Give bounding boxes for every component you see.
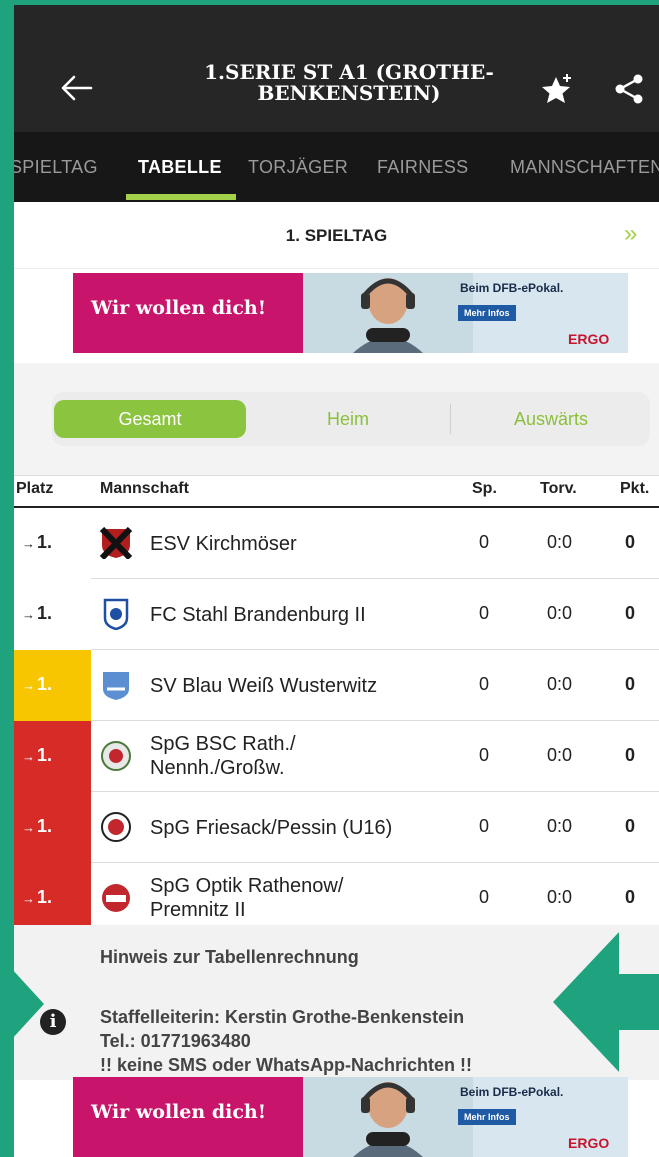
- team-name: SV Blau Weiß Wusterwitz: [150, 675, 378, 697]
- team-name-line1: SpG Optik Rathenow/: [150, 875, 344, 897]
- page-title: 1.SERIE ST A1 (GROTHE-BENKENSTEIN): [204, 60, 494, 105]
- ad-photo: [303, 273, 473, 353]
- place-value: 1.: [37, 674, 53, 694]
- overlay-arrow-right-icon: [0, 956, 44, 1052]
- place-value: 1.: [37, 603, 53, 623]
- ad-more-button[interactable]: Mehr Infos: [458, 1109, 516, 1125]
- double-chevron-right-icon[interactable]: »: [624, 220, 637, 248]
- header-goals: Torv.: [540, 480, 577, 497]
- matchday-label[interactable]: 1. SPIELTAG: [14, 226, 659, 246]
- matchday-selector: 1. SPIELTAG »: [14, 202, 659, 269]
- goals-value: 0:0: [547, 532, 573, 552]
- team-name-line2: Nennh./Großw.: [150, 757, 285, 779]
- team-name: FC Stahl Brandenburg II: [150, 604, 366, 626]
- team-name: SpG Friesack/Pessin (U16): [150, 817, 393, 839]
- goals-value: 0:0: [547, 603, 573, 623]
- points-value: 0: [625, 816, 636, 836]
- tab-spieltag[interactable]: SPIELTAG: [14, 157, 98, 178]
- ad-brand: ERGO: [568, 331, 610, 347]
- trend-arrow-icon: →: [22, 891, 35, 906]
- ad-title: Beim DFB-ePokal.: [460, 1085, 564, 1099]
- place-value: 1.: [37, 745, 53, 765]
- header-team: Mannschaft: [100, 480, 189, 497]
- ad-more-button[interactable]: Mehr Infos: [458, 305, 516, 321]
- club-crest-icon: [101, 812, 131, 842]
- place-value: 1.: [37, 816, 53, 836]
- club-crest-icon: [103, 672, 129, 700]
- trend-arrow-icon: →: [22, 749, 35, 764]
- app-header: 1.SERIE ST A1 (GROTHE-BENKENSTEIN): [14, 5, 659, 132]
- points-value: 0: [625, 887, 636, 907]
- team-name-line1: SpG BSC Rath./: [150, 733, 296, 755]
- header-played: Sp.: [472, 480, 497, 497]
- header-place: Platz: [16, 480, 54, 497]
- filter-heim[interactable]: Heim: [252, 400, 444, 438]
- ad-brand: ERGO: [568, 1135, 610, 1151]
- overlay-arrow-left-icon: [553, 932, 659, 1072]
- ad-banner-top[interactable]: Wir wollen dich! Beim DFB-ePokal. Mehr I…: [73, 273, 628, 353]
- table-row[interactable]: → 1. SpG Optik Rathenow/ Premnitz II 0 0:…: [14, 863, 659, 934]
- tab-mannschaften[interactable]: MANNSCHAFTEN: [510, 157, 659, 178]
- table-row[interactable]: → 1. SpG BSC Rath./ Nennh./Großw. 0 0:0 0: [14, 721, 659, 792]
- played-value: 0: [479, 532, 490, 552]
- club-crest-icon: [102, 884, 130, 912]
- played-value: 0: [479, 674, 490, 694]
- club-crest-icon: [100, 527, 132, 559]
- arrow-left-icon[interactable]: [59, 73, 93, 103]
- club-crest-icon: [101, 741, 131, 771]
- points-value: 0: [625, 532, 636, 552]
- goals-value: 0:0: [547, 745, 573, 765]
- played-value: 0: [479, 603, 490, 623]
- ad-title: Beim DFB-ePokal.: [460, 281, 564, 295]
- filter-auswaerts[interactable]: Auswärts: [456, 400, 646, 438]
- tab-fairness[interactable]: FAIRNESS: [377, 157, 468, 178]
- notice-contact: Staffelleiterin: Kerstin Grothe-Benkenst…: [100, 1007, 465, 1027]
- share-icon[interactable]: [614, 73, 644, 105]
- points-value: 0: [625, 745, 636, 765]
- ad-headline: Wir wollen dich!: [91, 1101, 267, 1123]
- goals-value: 0:0: [547, 887, 573, 907]
- notice-phone: Tel.: 01771963480: [100, 1031, 251, 1051]
- table-row[interactable]: → 1. SV Blau Weiß Wusterwitz 0 0:0 0: [14, 650, 659, 721]
- table-header: Platz Mannschaft Sp. Torv. Pkt.: [14, 475, 659, 508]
- points-value: 0: [625, 603, 636, 623]
- ad-headline: Wir wollen dich!: [91, 297, 267, 319]
- notice-warning: !! keine SMS oder WhatsApp-Nachrichten !…: [100, 1055, 473, 1075]
- notice-title: Hinweis zur Tabellenrechnung: [100, 947, 359, 967]
- tab-bar: SPIELTAG TABELLE TORJÄGER FAIRNESS MANNS…: [14, 132, 659, 202]
- header-points: Pkt.: [620, 480, 650, 497]
- active-tab-indicator: [126, 194, 236, 200]
- ad-banner-bottom[interactable]: Wir wollen dich! Beim DFB-ePokal. Mehr I…: [73, 1077, 628, 1157]
- club-crest-icon: [103, 598, 129, 630]
- played-value: 0: [479, 816, 490, 836]
- table-row[interactable]: → 1. FC Stahl Brandenburg II 0 0:0 0: [14, 579, 659, 650]
- filter-separator: [450, 404, 451, 434]
- place-value: 1.: [37, 887, 53, 907]
- filter-area: Gesamt Heim Auswärts: [14, 363, 659, 475]
- place-value: 1.: [37, 532, 53, 552]
- points-value: 0: [625, 674, 636, 694]
- tab-tabelle[interactable]: TABELLE: [138, 157, 222, 178]
- table-row[interactable]: → 1. ESV Kirchmöser 0 0:0 0: [14, 508, 659, 579]
- goals-value: 0:0: [547, 674, 573, 694]
- filter-gesamt[interactable]: Gesamt: [54, 400, 246, 438]
- team-name-line2: Premnitz II: [150, 899, 246, 921]
- played-value: 0: [479, 887, 490, 907]
- team-name: ESV Kirchmöser: [150, 533, 297, 555]
- table-row[interactable]: → 1. SpG Friesack/Pessin (U16) 0 0:0 0: [14, 792, 659, 863]
- tab-torjaeger[interactable]: TORJÄGER: [248, 157, 348, 178]
- trend-arrow-icon: →: [22, 678, 35, 693]
- star-plus-icon[interactable]: [539, 71, 575, 107]
- goals-value: 0:0: [547, 816, 573, 836]
- filter-segmented-control: Gesamt Heim Auswärts: [52, 392, 650, 446]
- trend-arrow-icon: →: [22, 536, 35, 551]
- trend-arrow-icon: →: [22, 607, 35, 622]
- trend-arrow-icon: →: [22, 820, 35, 835]
- played-value: 0: [479, 745, 490, 765]
- ad-photo: [303, 1077, 473, 1157]
